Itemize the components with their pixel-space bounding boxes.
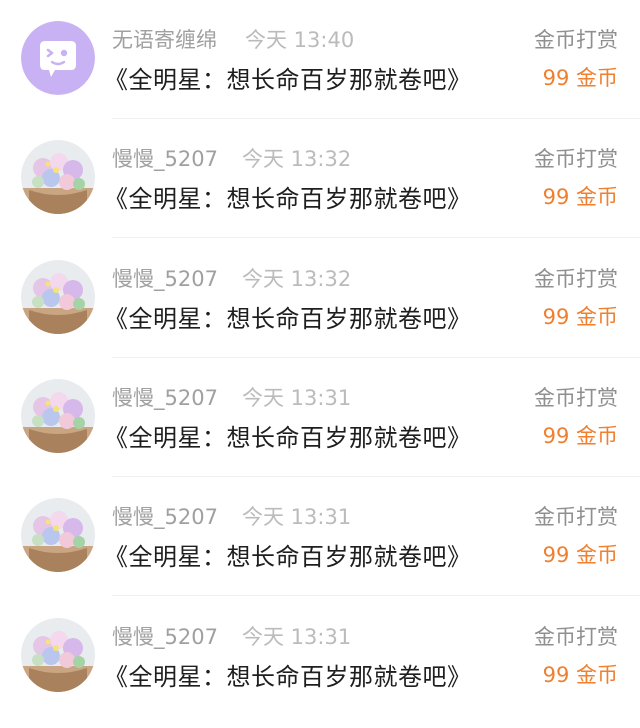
book-title[interactable]: 《全明星：想长命百岁那就卷吧》 xyxy=(104,537,472,572)
username: 无语寄缠绵 xyxy=(112,28,217,52)
gift-label: 金币打赏 xyxy=(534,386,618,410)
divider xyxy=(112,237,640,238)
coin-amount: 99 金币 xyxy=(542,66,618,90)
coin-amount: 99 金币 xyxy=(542,185,618,209)
book-title[interactable]: 《全明星：想长命百岁那就卷吧》 xyxy=(104,299,472,334)
avatar[interactable] xyxy=(21,498,95,572)
coin-amount: 99 金币 xyxy=(542,424,618,448)
flower-basket-photo xyxy=(21,140,95,214)
coin-amount: 99 金币 xyxy=(542,305,618,329)
username: 慢慢_5207 xyxy=(112,147,218,171)
avatar[interactable] xyxy=(21,260,95,334)
username: 慢慢_5207 xyxy=(112,267,218,291)
avatar[interactable] xyxy=(21,21,95,95)
list-item[interactable]: 慢慢_5207 今天 13:31 《全明星：想长命百岁那就卷吧》 金币打赏 99… xyxy=(0,597,640,716)
coin-amount: 99 金币 xyxy=(542,663,618,687)
flower-basket-photo xyxy=(21,618,95,692)
list-item[interactable]: 慢慢_5207 今天 13:31 《全明星：想长命百岁那就卷吧》 金币打赏 99… xyxy=(0,477,640,596)
avatar[interactable] xyxy=(21,618,95,692)
list-item[interactable]: 无语寄缠绵 今天 13:40 《全明星：想长命百岁那就卷吧》 金币打赏 99 金… xyxy=(0,0,640,119)
username: 慢慢_5207 xyxy=(112,386,218,410)
timestamp: 今天 13:40 xyxy=(245,28,355,52)
timestamp: 今天 13:32 xyxy=(242,147,352,171)
book-title[interactable]: 《全明星：想长命百岁那就卷吧》 xyxy=(104,179,472,214)
flower-basket-photo xyxy=(21,379,95,453)
chat-bubble-icon xyxy=(21,21,95,95)
gift-label: 金币打赏 xyxy=(534,505,618,529)
gift-label: 金币打赏 xyxy=(534,147,618,171)
gift-label: 金币打赏 xyxy=(534,28,618,52)
list-item[interactable]: 慢慢_5207 今天 13:31 《全明星：想长命百岁那就卷吧》 金币打赏 99… xyxy=(0,358,640,477)
list-item[interactable]: 慢慢_5207 今天 13:32 《全明星：想长命百岁那就卷吧》 金币打赏 99… xyxy=(0,119,640,238)
flower-basket-photo xyxy=(21,260,95,334)
avatar[interactable] xyxy=(21,379,95,453)
flower-basket-photo xyxy=(21,498,95,572)
divider xyxy=(112,595,640,596)
coin-amount: 99 金币 xyxy=(542,543,618,567)
timestamp: 今天 13:31 xyxy=(242,625,352,649)
gift-label: 金币打赏 xyxy=(534,625,618,649)
book-title[interactable]: 《全明星：想长命百岁那就卷吧》 xyxy=(104,418,472,453)
timestamp: 今天 13:31 xyxy=(242,386,352,410)
username: 慢慢_5207 xyxy=(112,505,218,529)
gift-label: 金币打赏 xyxy=(534,267,618,291)
timestamp: 今天 13:32 xyxy=(242,267,352,291)
book-title[interactable]: 《全明星：想长命百岁那就卷吧》 xyxy=(104,657,472,692)
username: 慢慢_5207 xyxy=(112,625,218,649)
book-title[interactable]: 《全明星：想长命百岁那就卷吧》 xyxy=(104,60,472,95)
avatar[interactable] xyxy=(21,140,95,214)
timestamp: 今天 13:31 xyxy=(242,505,352,529)
list-item[interactable]: 慢慢_5207 今天 13:32 《全明星：想长命百岁那就卷吧》 金币打赏 99… xyxy=(0,239,640,358)
reward-list: 无语寄缠绵 今天 13:40 《全明星：想长命百岁那就卷吧》 金币打赏 99 金… xyxy=(0,0,640,728)
